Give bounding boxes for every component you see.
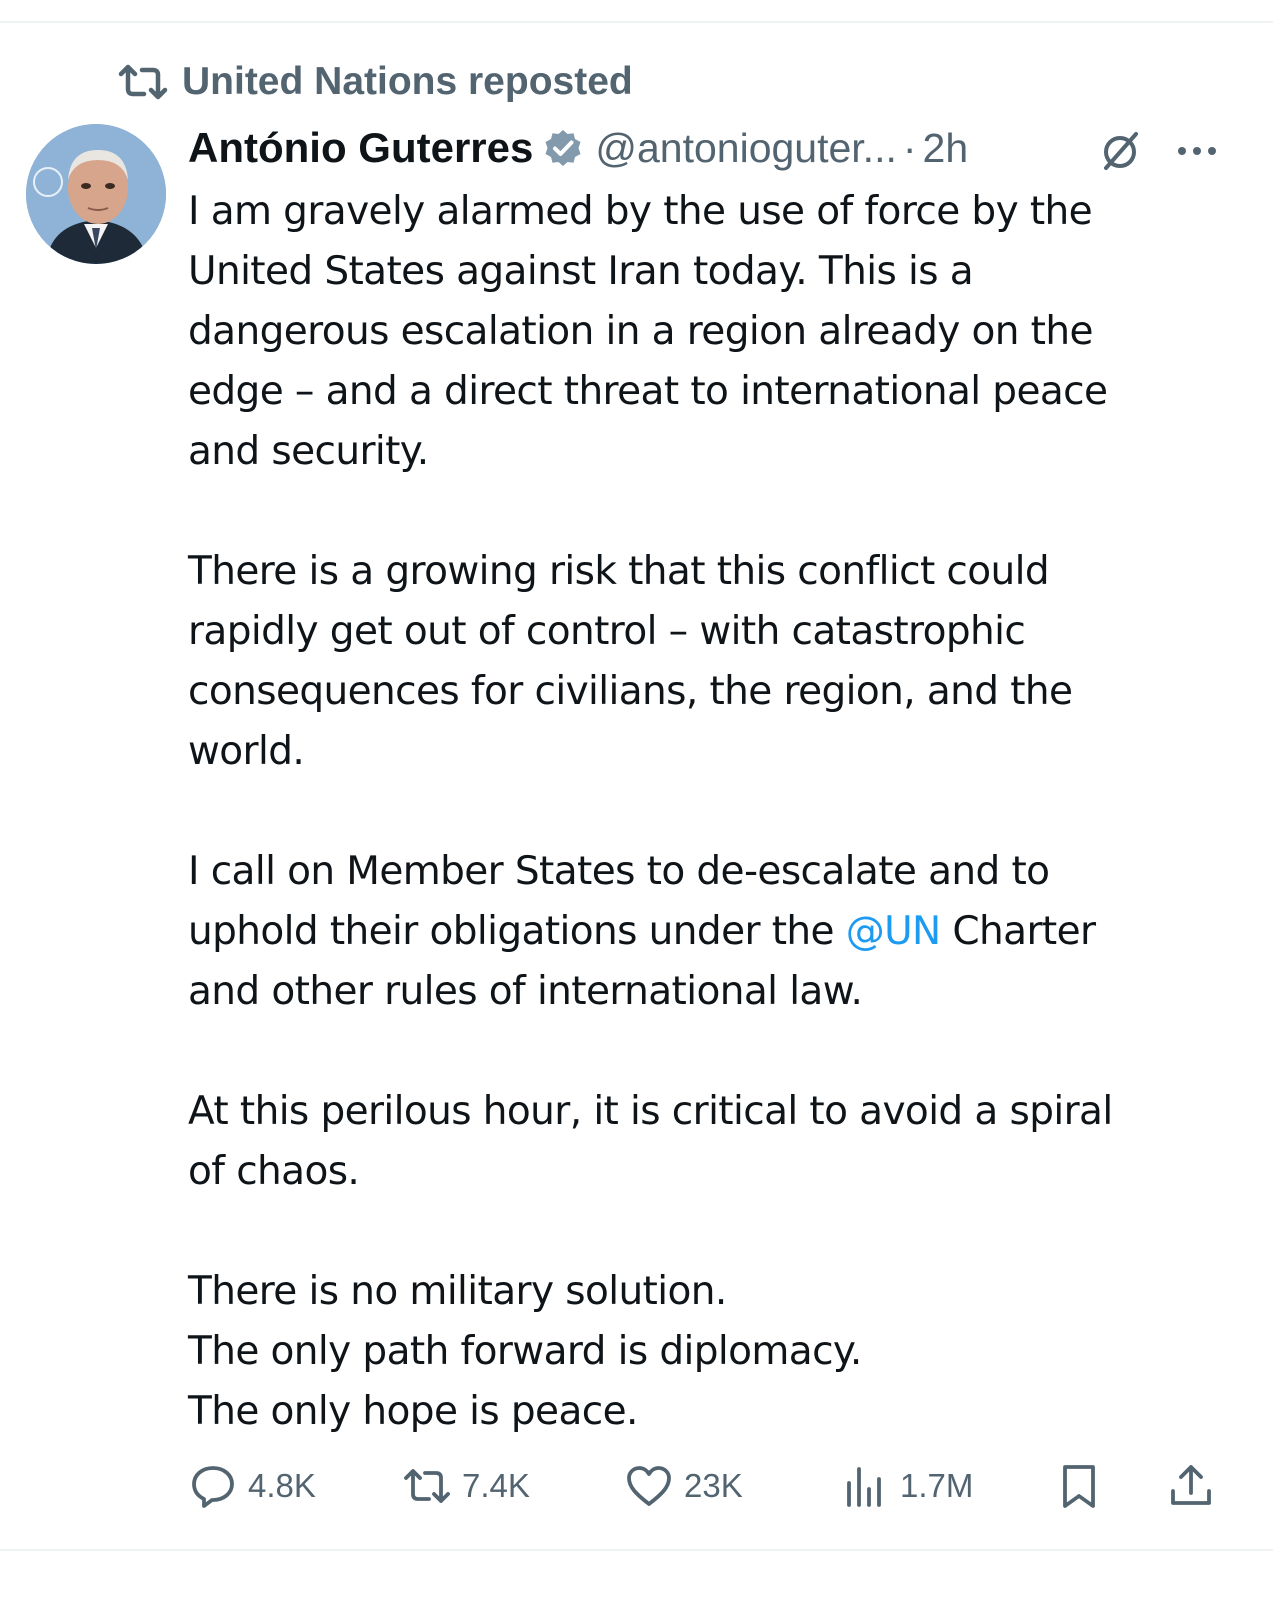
repost-context[interactable]: United Nations reposted <box>118 58 633 106</box>
like-icon <box>627 1466 671 1506</box>
reply-icon <box>192 1466 234 1508</box>
like-count: 23K <box>684 1467 743 1504</box>
bookmark-button[interactable] <box>1054 1458 1104 1514</box>
text-line: There is no military solution. <box>188 1269 727 1314</box>
text-line: The only hope is peace. <box>188 1389 638 1434</box>
avatar-portrait <box>26 124 166 264</box>
author-avatar[interactable] <box>26 124 166 264</box>
like-button[interactable]: 23K <box>624 1458 743 1514</box>
text-line: and security. <box>188 429 429 474</box>
text-line: consequences for civilians, the region, … <box>188 669 1073 714</box>
text-line: and other rules of international law. <box>188 969 863 1014</box>
text-line: United States against Iran today. This i… <box>188 249 974 294</box>
text-line: dangerous escalation in a region already… <box>188 309 1093 354</box>
tweet-actions: 4.8K 7.4K 23K 1.7M <box>188 1458 1228 1514</box>
bottom-divider <box>0 1549 1273 1551</box>
tweet-paragraph-2: There is a growing risk that this confli… <box>188 542 1248 782</box>
tweet-header: António Guterres @antonioguter... · 2h <box>188 120 1248 176</box>
tweet-timestamp[interactable]: 2h <box>923 125 969 172</box>
share-icon <box>1171 1465 1211 1505</box>
repost-icon <box>118 64 168 100</box>
bookmark-icon <box>1063 1465 1095 1508</box>
views-button[interactable]: 1.7M <box>840 1458 973 1514</box>
text-line: I am gravely alarmed by the use of force… <box>188 189 1093 234</box>
reply-button[interactable]: 4.8K <box>188 1458 316 1514</box>
reply-count: 4.8K <box>248 1467 316 1504</box>
text-line: At this perilous hour, it is critical to… <box>188 1089 1113 1134</box>
mention-link[interactable]: @UN <box>846 909 942 954</box>
more-icon[interactable] <box>1174 128 1220 174</box>
text-segment: Charter <box>940 909 1096 954</box>
top-divider <box>0 21 1273 23</box>
text-line: The only path forward is diplomacy. <box>188 1329 862 1374</box>
author-handle[interactable]: @antonioguter... <box>595 125 897 172</box>
tweet-paragraph-1: I am gravely alarmed by the use of force… <box>188 182 1248 482</box>
text-line: edge – and a direct threat to internatio… <box>188 369 1108 414</box>
author-name[interactable]: António Guterres <box>188 124 533 172</box>
header-separator: · <box>902 124 917 171</box>
repost-label: United Nations reposted <box>182 60 633 103</box>
text-line: uphold their obligations under the @UN C… <box>188 902 1248 962</box>
views-icon <box>847 1467 881 1507</box>
tweet-paragraph-5: There is no military solution. The only … <box>188 1262 1248 1442</box>
text-line: rapidly get out of control – with catast… <box>188 609 1026 654</box>
verified-badge-icon <box>545 130 581 166</box>
text-line: There is a growing risk that this confli… <box>188 549 1050 594</box>
retweet-count: 7.4K <box>462 1467 530 1504</box>
text-segment: uphold their obligations under the <box>188 909 846 954</box>
tweet-text: I am gravely alarmed by the use of force… <box>188 182 1248 1442</box>
grok-icon[interactable] <box>1096 126 1144 174</box>
text-line: of chaos. <box>188 1149 360 1194</box>
text-line: world. <box>188 729 305 774</box>
retweet-icon <box>404 1469 450 1503</box>
tweet-paragraph-3: I call on Member States to de-escalate a… <box>188 842 1248 1022</box>
text-line: I call on Member States to de-escalate a… <box>188 849 1050 894</box>
share-button[interactable] <box>1166 1458 1216 1514</box>
tweet-paragraph-4: At this perilous hour, it is critical to… <box>188 1082 1248 1202</box>
retweet-button[interactable]: 7.4K <box>402 1458 530 1514</box>
views-count: 1.7M <box>900 1467 974 1504</box>
